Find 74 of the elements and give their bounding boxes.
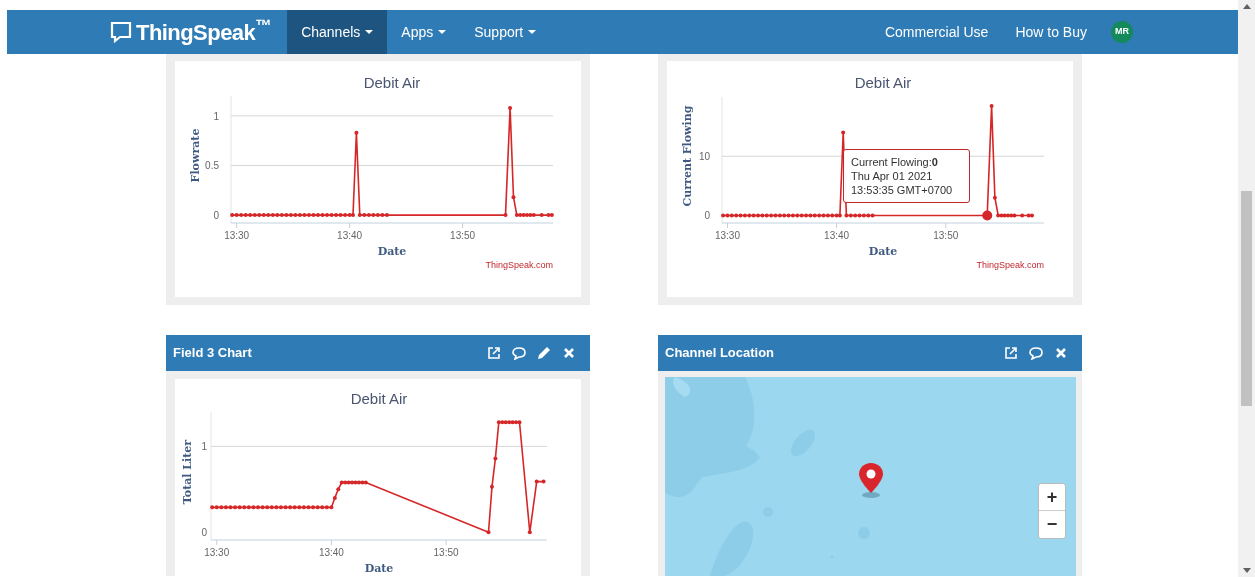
caret-icon xyxy=(438,30,447,34)
credit-link[interactable]: ThingSpeak.com xyxy=(976,260,1044,270)
axis-tick-label: 0 xyxy=(201,527,207,539)
data-point xyxy=(534,479,539,484)
external-link-icon[interactable] xyxy=(487,346,501,360)
data-point xyxy=(841,130,846,135)
comment-icon[interactable] xyxy=(1029,346,1043,360)
axis-tick-label: 13:50 xyxy=(450,230,476,241)
zoom-out-button[interactable]: − xyxy=(1039,511,1065,538)
scroll-down-arrow-icon[interactable] xyxy=(1242,568,1251,573)
nav-menu[interactable]: Apps xyxy=(387,10,461,54)
axis-title: Total Liter xyxy=(181,439,194,505)
data-point xyxy=(354,130,359,135)
pencil-icon[interactable] xyxy=(537,346,551,360)
chart-title: Debit Air xyxy=(363,74,421,91)
data-point xyxy=(336,487,341,492)
nav-link[interactable]: How to Buy xyxy=(1015,21,1087,43)
data-point xyxy=(539,213,544,218)
credit-link[interactable]: ThingSpeak.com xyxy=(485,260,553,270)
axis-tick-label: 0.5 xyxy=(205,160,219,172)
axis-tick-label: 10 xyxy=(698,151,710,163)
axis-title: Current Flowing xyxy=(681,105,694,207)
scrollbar[interactable] xyxy=(1238,0,1255,577)
data-point xyxy=(489,484,494,489)
data-point xyxy=(982,210,993,221)
nav-menu[interactable]: Support xyxy=(460,10,551,54)
data-point xyxy=(989,103,994,108)
chart-title: Debit Air xyxy=(350,390,408,407)
data-point xyxy=(332,495,337,500)
scrollbar-thumb[interactable] xyxy=(1241,191,1252,406)
tooltip-text: 13:53:35 GMT+0700 xyxy=(851,183,954,197)
panel-title: Channel Location xyxy=(665,344,775,363)
chat-bubble-logo-icon xyxy=(110,21,132,43)
nav-menu[interactable]: Channels xyxy=(287,10,388,54)
panel-title: Field 3 Chart xyxy=(173,344,252,363)
axis-tick-label: 13:30 xyxy=(204,547,230,558)
data-point xyxy=(527,530,532,535)
scroll-up-arrow-icon[interactable] xyxy=(1242,4,1251,9)
user-avatar[interactable]: MR xyxy=(1111,21,1133,43)
external-link-icon[interactable] xyxy=(1004,346,1018,360)
data-point xyxy=(493,456,498,461)
axis-title: Flowrate xyxy=(189,128,202,183)
data-point xyxy=(511,195,516,200)
axis-tick-label: 13:50 xyxy=(933,230,959,241)
axis-tick-label: 0 xyxy=(704,210,710,222)
data-point xyxy=(486,530,491,535)
axis-tick-label: 13:50 xyxy=(433,547,459,558)
axis-title: Date xyxy=(868,245,898,258)
axis-tick-label: 13:40 xyxy=(337,230,363,241)
comment-icon[interactable] xyxy=(512,346,526,360)
tooltip-text: Current Flowing:0 xyxy=(851,155,939,169)
axis-tick-label: 1 xyxy=(213,110,219,122)
data-point xyxy=(541,479,546,484)
data-point xyxy=(503,213,508,218)
close-icon[interactable] xyxy=(1054,346,1068,360)
axis-tick-label: 13:30 xyxy=(224,230,250,241)
brand-name[interactable]: ThingSpeak$^{™}$ xyxy=(136,15,272,49)
nav-link[interactable]: Commercial Use xyxy=(884,21,989,43)
axis-tick-label: 13:40 xyxy=(824,230,850,241)
tooltip-text: Thu Apr 01 2021 xyxy=(851,169,934,183)
data-point xyxy=(508,105,513,110)
axis-tick-label: 0 xyxy=(213,210,219,222)
caret-icon xyxy=(528,30,537,34)
axis-tick-label: 1 xyxy=(201,441,207,453)
zoom-in-button[interactable]: + xyxy=(1039,484,1065,511)
axis-title: Date xyxy=(364,562,394,575)
axis-tick-label: 13:30 xyxy=(714,230,740,241)
data-point xyxy=(992,195,997,200)
axis-title: Date xyxy=(377,245,407,258)
axis-tick-label: 13:40 xyxy=(318,547,344,558)
chart-title: Debit Air xyxy=(854,74,912,91)
map-pin-icon xyxy=(858,462,884,498)
close-icon[interactable] xyxy=(562,346,576,360)
caret-icon xyxy=(365,30,374,34)
